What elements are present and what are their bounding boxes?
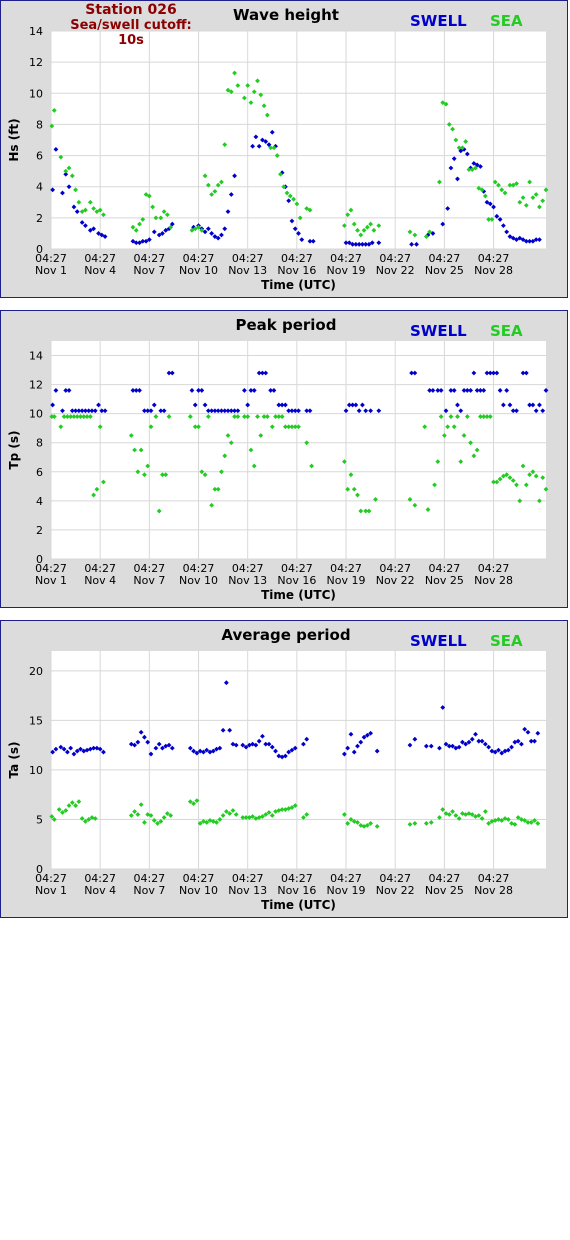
x-tick-label-date: Nov 10: [179, 574, 218, 587]
y-tick-label: 4: [36, 181, 43, 194]
y-tick-label: 6: [36, 466, 43, 479]
x-tick-label-date: Nov 28: [474, 574, 513, 587]
x-tick-label-date: Nov 28: [474, 264, 513, 277]
x-tick-label-date: Nov 25: [425, 884, 464, 897]
station-header: Station 026 Sea/swell cutoff: 10s: [61, 2, 201, 49]
station-name: Station 026: [85, 2, 177, 18]
x-tick-label-date: Nov 22: [376, 884, 415, 897]
y-tick-label: 2: [36, 524, 43, 537]
legend-sea: SEA: [490, 632, 523, 650]
legend-swell: SWELL: [410, 12, 467, 30]
x-tick-label-date: Nov 7: [133, 264, 165, 277]
y-tick-label: 14: [29, 25, 43, 38]
x-tick-label-date: Nov 4: [84, 264, 116, 277]
y-tick-label: 14: [29, 350, 43, 363]
x-tick-label-date: Nov 28: [474, 884, 513, 897]
y-tick-label: 6: [36, 150, 43, 163]
x-tick-label-date: Nov 13: [228, 264, 267, 277]
x-axis-label: Time (UTC): [261, 278, 336, 292]
cutoff-label: Sea/swell cutoff: 10s: [70, 18, 192, 48]
legend-sea: SEA: [490, 12, 523, 30]
x-tick-label-date: Nov 25: [425, 264, 464, 277]
x-axis-label: Time (UTC): [261, 588, 336, 602]
x-tick-label-date: Nov 19: [327, 574, 366, 587]
legend-sea: SEA: [490, 322, 523, 340]
y-axis-label: Ta (s): [7, 741, 21, 778]
x-tick-label-date: Nov 1: [35, 574, 67, 587]
y-tick-label: 5: [36, 813, 43, 826]
y-tick-label: 2: [36, 212, 43, 225]
x-axis-label: Time (UTC): [261, 898, 336, 912]
y-tick-label: 10: [29, 408, 43, 421]
y-tick-label: 8: [36, 118, 43, 131]
x-tick-label-date: Nov 1: [35, 264, 67, 277]
x-tick-label-date: Nov 13: [228, 884, 267, 897]
wave-height-panel: 0 2 4 6 8 10 12 14 04:27 Nov 1 04:27 Nov 4 04:27 Nov …: [0, 0, 568, 298]
y-tick-label: 10: [29, 764, 43, 777]
y-tick-label: 12: [29, 56, 43, 69]
average-period-panel: 0 5 10 15 20 04:27 Nov 1 04:27 Nov 4 04:27 Nov 7 04…: [0, 620, 568, 918]
x-tick-label-date: Nov 22: [376, 264, 415, 277]
x-tick-label-date: Nov 1: [35, 884, 67, 897]
x-tick-label-date: Nov 10: [179, 884, 218, 897]
peak-period-chart: 0246810121404:27Nov 104:27Nov 404:27Nov …: [7, 341, 549, 602]
plot-area: [51, 31, 546, 249]
y-tick-label: 8: [36, 437, 43, 450]
plot-area: [51, 651, 546, 869]
y-axis-label: Tp (s): [7, 430, 21, 469]
peak-period-panel: 0 2 4 6 8 10 12 14 04:27 Nov 1 04:27 Nov 4 04:27 Nov …: [0, 310, 568, 608]
x-tick-label-date: Nov 4: [84, 574, 116, 587]
legend-swell: SWELL: [410, 322, 467, 340]
x-tick-label-date: Nov 10: [179, 264, 218, 277]
legend-swell: SWELL: [410, 632, 467, 650]
x-tick-label-date: Nov 19: [327, 264, 366, 277]
x-tick-label-date: Nov 16: [277, 264, 316, 277]
x-tick-label-date: Nov 19: [327, 884, 366, 897]
chart-title: Peak period: [235, 316, 337, 334]
y-tick-label: 12: [29, 379, 43, 392]
x-tick-label-date: Nov 13: [228, 574, 267, 587]
y-tick-label: 4: [36, 495, 43, 508]
y-tick-label: 15: [29, 714, 43, 727]
chart-title: Average period: [221, 626, 351, 644]
y-tick-label: 10: [29, 87, 43, 100]
y-axis-label: Hs (ft): [7, 118, 21, 161]
x-tick-label-date: Nov 25: [425, 574, 464, 587]
x-tick-label-date: Nov 22: [376, 574, 415, 587]
x-tick-label-date: Nov 7: [133, 574, 165, 587]
x-tick-label-date: Nov 7: [133, 884, 165, 897]
x-tick-label-date: Nov 16: [277, 574, 316, 587]
x-tick-label-date: Nov 4: [84, 884, 116, 897]
chart-title: Wave height: [233, 6, 339, 24]
average-period-chart: 0510152004:27Nov 104:27Nov 404:27Nov 704…: [7, 651, 546, 912]
plot-area: [51, 341, 546, 559]
y-tick-label: 20: [29, 665, 43, 678]
x-tick-label-date: Nov 16: [277, 884, 316, 897]
